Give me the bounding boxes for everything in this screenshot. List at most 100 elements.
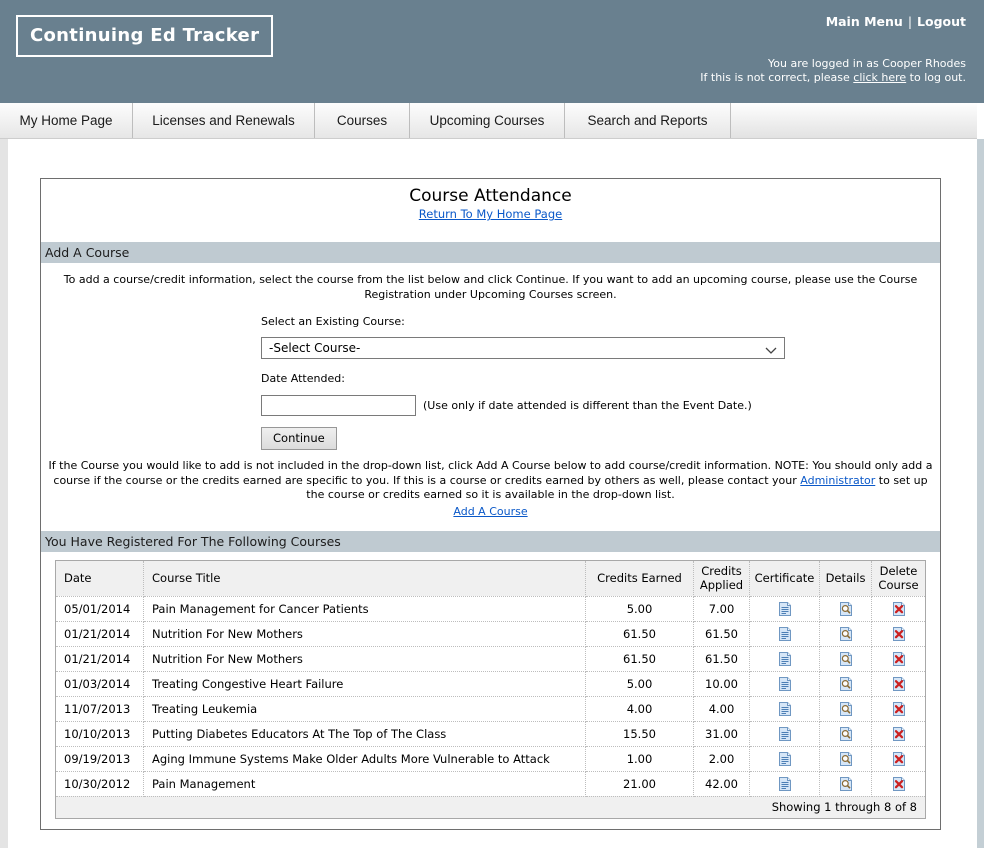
col-delete-course: Delete Course: [872, 560, 926, 596]
add-a-course-link[interactable]: Add A Course: [453, 505, 527, 518]
click-here-logout-link[interactable]: click here: [853, 71, 906, 84]
tab-upcoming-courses[interactable]: Upcoming Courses: [410, 103, 565, 138]
course-title-cell: Aging Immune Systems Make Older Adults M…: [144, 746, 586, 771]
date-cell: 01/21/2014: [56, 621, 144, 646]
continue-button[interactable]: Continue: [261, 427, 337, 450]
certificate-icon[interactable]: [777, 676, 793, 692]
certificate-icon[interactable]: [777, 626, 793, 642]
nav-tabs-bar: My Home Page Licenses and Renewals Cours…: [0, 103, 977, 139]
main-menu-link[interactable]: Main Menu: [826, 14, 903, 29]
certificate-cell: [750, 721, 820, 746]
delete-course-icon[interactable]: [891, 601, 907, 617]
credits-applied-cell: 7.00: [694, 596, 750, 621]
col-date: Date: [56, 560, 144, 596]
date-cell: 10/30/2012: [56, 771, 144, 796]
delete-course-icon[interactable]: [891, 726, 907, 742]
details-cell: [820, 596, 872, 621]
details-icon[interactable]: [838, 776, 854, 792]
credits-earned-cell: 5.00: [586, 671, 694, 696]
certificate-icon[interactable]: [777, 776, 793, 792]
app-header: Continuing Ed Tracker Main Menu|Logout Y…: [0, 0, 984, 103]
credits-applied-cell: 4.00: [694, 696, 750, 721]
chevron-down-icon: [765, 339, 777, 358]
page-title: Course Attendance: [41, 186, 940, 206]
certificate-icon[interactable]: [777, 751, 793, 767]
certificate-icon[interactable]: [777, 726, 793, 742]
delete-cell: [872, 696, 926, 721]
credits-earned-cell: 61.50: [586, 621, 694, 646]
table-row: 11/07/2013 Treating Leukemia 4.00 4.00: [56, 696, 926, 721]
certificate-cell: [750, 696, 820, 721]
col-certificate: Certificate: [750, 560, 820, 596]
credits-applied-cell: 10.00: [694, 671, 750, 696]
logo-box: Continuing Ed Tracker: [16, 15, 273, 57]
details-cell: [820, 621, 872, 646]
certificate-icon[interactable]: [777, 651, 793, 667]
app-logo-text: Continuing Ed Tracker: [30, 25, 259, 46]
date-cell: 05/01/2014: [56, 596, 144, 621]
certificate-cell: [750, 771, 820, 796]
details-icon[interactable]: [838, 751, 854, 767]
delete-course-icon[interactable]: [891, 651, 907, 667]
courses-table: Date Course Title Credits Earned Credits…: [55, 560, 926, 819]
details-icon[interactable]: [838, 726, 854, 742]
tab-licenses-renewals[interactable]: Licenses and Renewals: [133, 103, 315, 138]
details-icon[interactable]: [838, 701, 854, 717]
credits-earned-cell: 4.00: [586, 696, 694, 721]
login-correct-pre: If this is not correct, please: [700, 71, 850, 84]
login-correct-post: to log out.: [910, 71, 966, 84]
table-footer-row: Showing 1 through 8 of 8: [56, 796, 926, 818]
header-menu-links: Main Menu|Logout: [826, 14, 966, 29]
delete-cell: [872, 646, 926, 671]
table-row: 10/30/2012 Pain Management 21.00 42.00: [56, 771, 926, 796]
showing-count-text: Showing 1 through 8 of 8: [56, 796, 926, 818]
certificate-cell: [750, 596, 820, 621]
tab-my-home-page[interactable]: My Home Page: [0, 103, 133, 138]
date-cell: 01/03/2014: [56, 671, 144, 696]
date-cell: 10/10/2013: [56, 721, 144, 746]
col-course-title: Course Title: [144, 560, 586, 596]
details-icon[interactable]: [838, 651, 854, 667]
table-row: 09/19/2013 Aging Immune Systems Make Old…: [56, 746, 926, 771]
credits-applied-cell: 42.00: [694, 771, 750, 796]
details-icon[interactable]: [838, 676, 854, 692]
courses-table-wrap: Date Course Title Credits Earned Credits…: [55, 560, 926, 819]
table-row: 01/21/2014 Nutrition For New Mothers 61.…: [56, 621, 926, 646]
course-title-cell: Treating Leukemia: [144, 696, 586, 721]
right-edge-strip: [977, 139, 984, 848]
details-icon[interactable]: [838, 601, 854, 617]
delete-course-icon[interactable]: [891, 751, 907, 767]
registered-section-header: You Have Registered For The Following Co…: [41, 531, 940, 552]
delete-course-icon[interactable]: [891, 701, 907, 717]
date-attended-input[interactable]: [261, 395, 416, 416]
course-select[interactable]: -Select Course-: [261, 337, 785, 359]
tab-search-reports[interactable]: Search and Reports: [565, 103, 731, 138]
credits-earned-cell: 15.50: [586, 721, 694, 746]
return-home-link[interactable]: Return To My Home Page: [419, 207, 562, 221]
certificate-icon[interactable]: [777, 701, 793, 717]
col-credits-earned: Credits Earned: [586, 560, 694, 596]
details-icon[interactable]: [838, 626, 854, 642]
add-course-note: If the Course you would like to add is n…: [45, 459, 937, 503]
delete-course-icon[interactable]: [891, 626, 907, 642]
logout-link[interactable]: Logout: [917, 14, 966, 29]
course-title-cell: Treating Congestive Heart Failure: [144, 671, 586, 696]
certificate-cell: [750, 621, 820, 646]
table-header-row: Date Course Title Credits Earned Credits…: [56, 560, 926, 596]
course-title-cell: Putting Diabetes Educators At The Top of…: [144, 721, 586, 746]
delete-course-icon[interactable]: [891, 776, 907, 792]
left-edge-strip: [0, 139, 8, 848]
details-cell: [820, 671, 872, 696]
table-row: 10/10/2013 Putting Diabetes Educators At…: [56, 721, 926, 746]
certificate-icon[interactable]: [777, 601, 793, 617]
delete-cell: [872, 671, 926, 696]
select-course-label: Select an Existing Course:: [261, 315, 940, 328]
tab-courses[interactable]: Courses: [315, 103, 410, 138]
credits-earned-cell: 1.00: [586, 746, 694, 771]
delete-course-icon[interactable]: [891, 676, 907, 692]
credits-applied-cell: 61.50: [694, 621, 750, 646]
course-title-cell: Pain Management for Cancer Patients: [144, 596, 586, 621]
certificate-cell: [750, 746, 820, 771]
administrator-link[interactable]: Administrator: [800, 474, 875, 487]
date-cell: 01/21/2014: [56, 646, 144, 671]
